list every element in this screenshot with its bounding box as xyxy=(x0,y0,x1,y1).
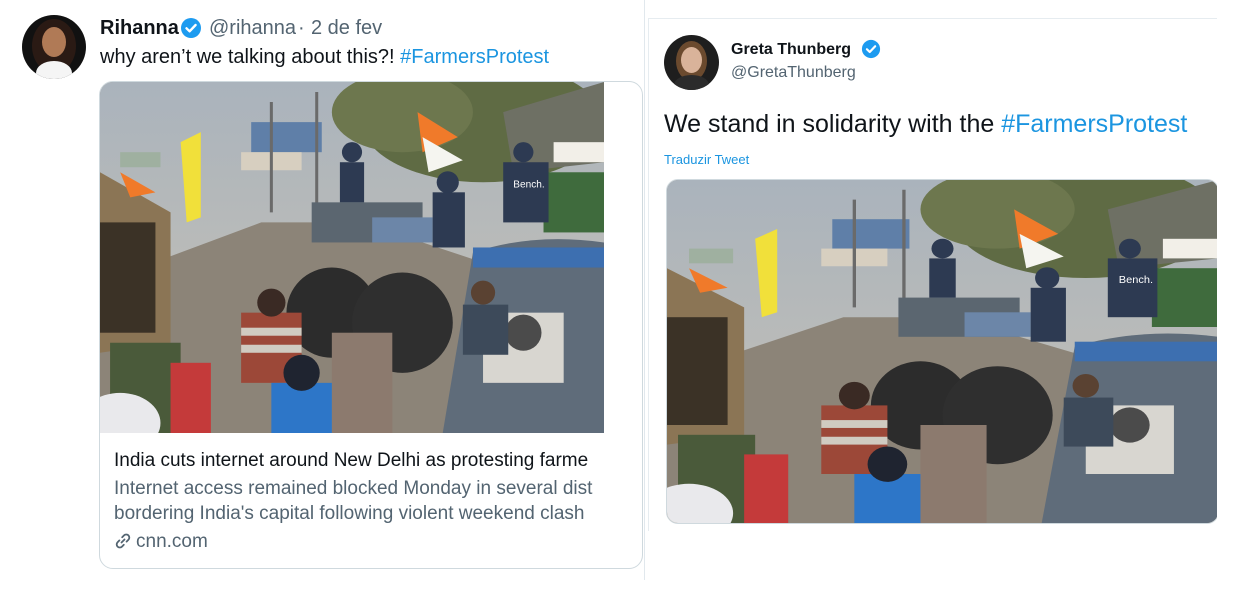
card-description-line-1: Internet access remained blocked Monday … xyxy=(114,478,593,499)
tweet-date[interactable]: 2 de fev xyxy=(311,17,382,40)
tweet-text: We stand in solidarity with the #Farmers… xyxy=(664,110,1187,139)
card-title: India cuts internet around New Delhi as … xyxy=(114,450,589,471)
tweet-text: why aren’t we talking about this?! #Farm… xyxy=(100,46,549,69)
greta-tweet: Greta Thunberg @GretaThunberg We stand i… xyxy=(648,18,1217,531)
card-image: Bench. xyxy=(100,82,604,433)
author-handle[interactable]: @GretaThunberg xyxy=(731,64,856,82)
author-handle[interactable]: @rihanna xyxy=(209,17,296,40)
svg-text:Bench.: Bench. xyxy=(513,179,544,190)
author-name[interactable]: Rihanna xyxy=(100,17,179,40)
card-domain: cnn.com xyxy=(114,531,208,553)
protest-photo-svg: Bench. xyxy=(667,180,1217,523)
link-preview-card[interactable]: Bench. India cuts internet around New De… xyxy=(99,81,643,569)
rihanna-avatar[interactable] xyxy=(22,15,86,79)
translate-tweet-link[interactable]: Traduzir Tweet xyxy=(664,152,749,167)
greta-avatar[interactable] xyxy=(664,35,719,90)
hashtag-link[interactable]: #FarmersProtest xyxy=(400,46,549,68)
protest-photo-svg: Bench. xyxy=(100,82,604,433)
verified-badge-icon xyxy=(861,39,881,59)
hashtag-link[interactable]: #FarmersProtest xyxy=(1001,110,1187,138)
card-image: Bench. xyxy=(667,180,1217,523)
rihanna-tweet: Rihanna @rihanna · 2 de fev why aren’t w… xyxy=(0,0,645,580)
tweet-image[interactable]: Bench. xyxy=(666,179,1217,524)
tweet-text-plain: We stand in solidarity with the xyxy=(664,110,1002,138)
author-name[interactable]: Greta Thunberg xyxy=(731,41,851,59)
handle-separator: · xyxy=(298,17,305,39)
tweet-text-plain: why aren’t we talking about this?! xyxy=(100,46,401,68)
link-icon xyxy=(115,533,131,549)
card-domain-text: cnn.com xyxy=(136,531,208,552)
verified-badge-icon xyxy=(181,18,201,38)
svg-text:Bench.: Bench. xyxy=(1119,275,1153,285)
card-description-line-2: bordering India's capital following viol… xyxy=(114,503,585,524)
